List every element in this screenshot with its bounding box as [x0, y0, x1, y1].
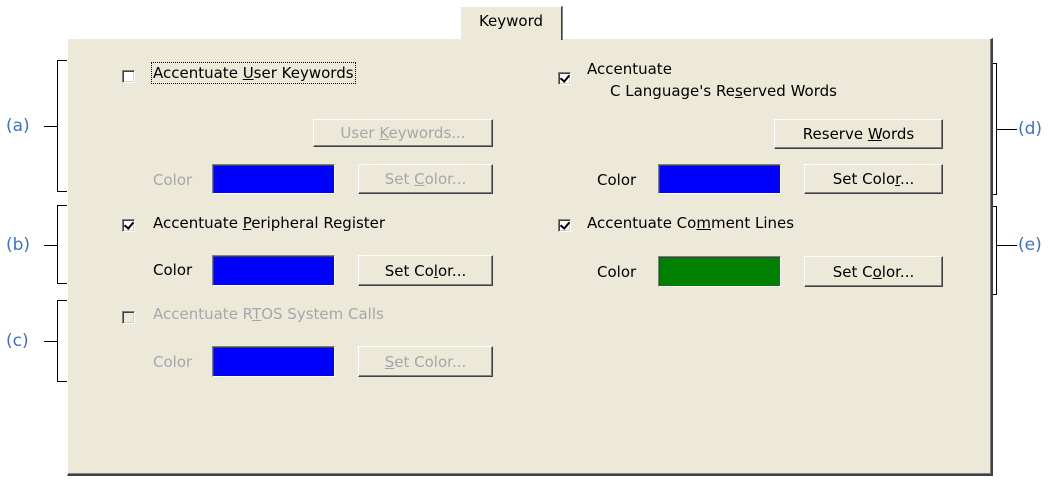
comment-color-swatch [658, 256, 781, 287]
tab-keyword[interactable]: Keyword [460, 6, 563, 40]
callout-e: (e) [1018, 235, 1042, 255]
bracket-e-tick [997, 245, 1017, 246]
callout-d: (d) [1018, 119, 1043, 139]
rtos-color-swatch [212, 346, 335, 377]
bracket-b-tick [44, 245, 57, 246]
peripheral-color-swatch [212, 255, 335, 286]
reserved-color-swatch [658, 164, 781, 194]
comment-lines-checkbox[interactable] [558, 219, 571, 232]
rtos-color-label: Color [153, 353, 193, 371]
rtos-label: Accentuate RTOS System Calls [153, 305, 384, 323]
user-keywords-button[interactable]: User Keywords... [313, 119, 493, 147]
rtos-checkbox[interactable] [122, 311, 135, 324]
user-keywords-label: Accentuate User Keywords [151, 62, 356, 84]
peripheral-register-checkbox[interactable] [122, 219, 135, 232]
bracket-a-tick [44, 126, 57, 127]
reserved-color-label: Color [597, 171, 637, 189]
rtos-set-color-button[interactable]: Set Color... [358, 346, 493, 377]
peripheral-color-label: Color [153, 261, 193, 279]
bracket-d-tick [997, 129, 1017, 130]
comment-set-color-button[interactable]: Set Color... [804, 256, 943, 287]
peripheral-register-label: Accentuate Peripheral Register [153, 214, 386, 232]
callout-b: (b) [6, 235, 31, 255]
reserved-set-color-button[interactable]: Set Color... [804, 164, 943, 194]
tab-keyword-label: Keyword [478, 12, 544, 30]
callout-a: (a) [6, 116, 30, 136]
comment-color-label: Color [597, 263, 637, 281]
bracket-c-tick [44, 341, 57, 342]
reserved-words-checkbox[interactable] [558, 72, 571, 85]
peripheral-set-color-button[interactable]: Set Color... [358, 255, 493, 286]
user-keywords-checkbox[interactable] [122, 70, 135, 83]
callout-c: (c) [6, 331, 29, 351]
user-keywords-color-label: Color [153, 171, 193, 189]
user-keywords-color-swatch [212, 164, 335, 194]
comment-lines-label: Accentuate Comment Lines [587, 214, 795, 232]
user-keywords-set-color-button[interactable]: Set Color... [358, 164, 493, 194]
reserve-words-button[interactable]: Reserve Words [774, 119, 943, 149]
reserved-words-label: Accentuate C Language's Reserved Words [587, 60, 837, 100]
